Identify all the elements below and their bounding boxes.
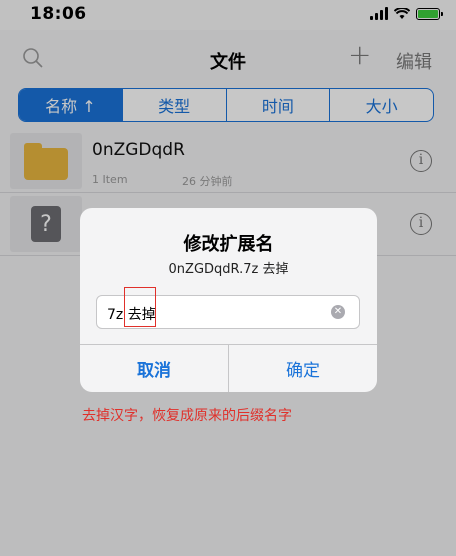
screen: 18:06 文件 + 编辑 名称 ↑ 类型 时间 大小 0nZGDqdR 1 I… <box>0 0 456 556</box>
confirm-button[interactable]: 确定 <box>229 345 377 392</box>
dialog-subtitle: 0nZGDqdR.7z 去掉 <box>168 262 289 277</box>
dialog-title: 修改扩展名 <box>183 234 274 255</box>
clear-icon[interactable]: ✕ <box>331 305 345 319</box>
highlight-box <box>124 287 156 327</box>
annotation-text: 去掉汉字，恢复成原来的后缀名字 <box>82 408 292 424</box>
cancel-button[interactable]: 取消 <box>80 345 228 392</box>
